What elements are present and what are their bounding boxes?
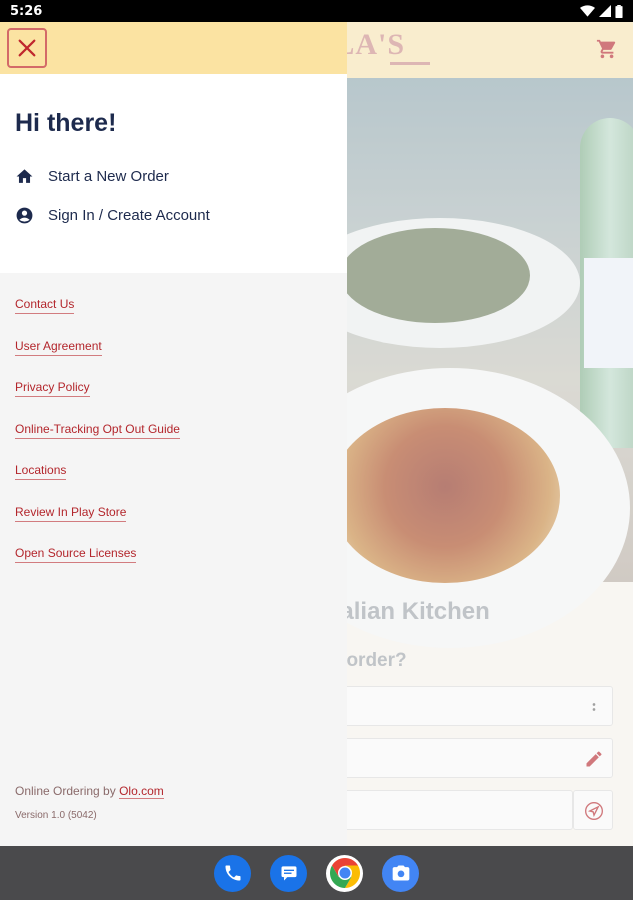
open-source-licenses-link[interactable]: Open Source Licenses (15, 546, 137, 563)
status-icons (580, 4, 623, 18)
chrome-icon (329, 858, 360, 888)
battery-icon (615, 4, 623, 18)
sign-in-item[interactable]: Sign In / Create Account (15, 206, 210, 225)
account-circle-icon (16, 207, 33, 224)
navigation-drawer: Hi there! Start a New Order Sign In / Cr… (0, 22, 347, 846)
contact-us-link[interactable]: Contact Us (15, 297, 75, 314)
messages-app[interactable] (270, 854, 307, 892)
start-new-order-label: Start a New Order (48, 168, 169, 185)
app-version: Version 1.0 (5042) (15, 810, 97, 821)
app-dock (0, 846, 633, 900)
greeting-heading: Hi there! (15, 109, 117, 137)
start-new-order-item[interactable]: Start a New Order (15, 167, 169, 186)
online-ordering-prefix: Online Ordering by (15, 784, 120, 798)
user-agreement-link[interactable]: User Agreement (15, 339, 102, 356)
tracking-opt-out-link[interactable]: Online-Tracking Opt Out Guide (15, 422, 180, 439)
review-play-store-link[interactable]: Review In Play Store (15, 505, 127, 522)
close-button[interactable] (7, 28, 47, 68)
home-icon (16, 169, 33, 183)
camera-app[interactable] (382, 854, 419, 892)
messages-icon (281, 866, 296, 881)
signal-icon (599, 5, 611, 17)
status-time: 5:26 (10, 3, 43, 19)
locations-link[interactable]: Locations (15, 463, 67, 480)
olo-link[interactable]: Olo.com (119, 784, 164, 799)
drawer-header (0, 22, 347, 74)
online-ordering-credit: Online Ordering by Olo.com (15, 784, 164, 799)
drawer-account-section: Hi there! Start a New Order Sign In / Cr… (0, 74, 347, 273)
wifi-icon (580, 5, 595, 17)
phone-icon (225, 865, 240, 881)
camera-icon (392, 865, 409, 881)
chrome-app[interactable] (326, 854, 363, 892)
privacy-policy-link[interactable]: Privacy Policy (15, 380, 90, 397)
status-bar: 5:26 (0, 0, 633, 22)
sign-in-label: Sign In / Create Account (48, 207, 210, 224)
close-icon (18, 39, 36, 57)
phone-app[interactable] (214, 854, 251, 892)
